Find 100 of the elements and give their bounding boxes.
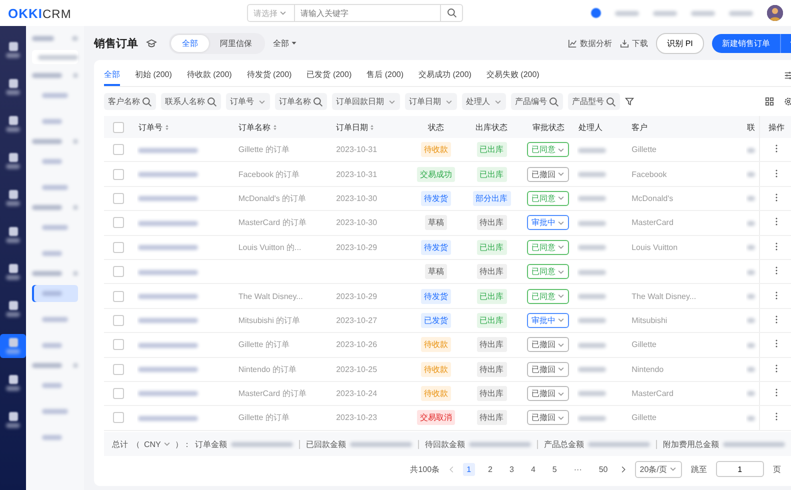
status-tab[interactable]: 售后 (200) <box>366 64 404 86</box>
column-header[interactable]: 订单名称 <box>238 122 277 132</box>
more-icon[interactable] <box>774 339 778 348</box>
row-checkbox[interactable] <box>113 290 124 302</box>
approval-select[interactable]: 已撤回 <box>527 386 570 402</box>
more-icon[interactable] <box>774 217 778 226</box>
status-tab[interactable]: 交易成功 (200) <box>418 64 472 86</box>
blurred-text <box>747 245 756 250</box>
page-button[interactable]: 2 <box>484 462 496 476</box>
row-checkbox[interactable] <box>113 168 124 180</box>
more-icon[interactable] <box>774 412 778 422</box>
status-tab[interactable]: 全部 <box>104 64 120 86</box>
sort-icon[interactable] <box>272 124 277 131</box>
status-tag: 待收款 <box>421 337 452 352</box>
more-icon[interactable] <box>774 192 778 202</box>
currency-select[interactable]: CNY <box>144 440 171 448</box>
row-checkbox[interactable] <box>113 242 124 253</box>
jump-page-field[interactable]: 1 <box>716 461 764 477</box>
menu-search-field[interactable] <box>32 50 78 64</box>
recognize-pi-button[interactable]: 识别 PI <box>656 32 704 54</box>
row-checkbox[interactable] <box>113 412 124 424</box>
approval-select[interactable]: 已撤回 <box>527 337 570 352</box>
more-icon[interactable] <box>774 144 778 154</box>
filter-chip[interactable]: 联系人名称 <box>161 93 221 110</box>
table-cell: 2023-10-23 <box>336 413 378 422</box>
more-icon[interactable] <box>774 242 778 251</box>
more-icon[interactable] <box>774 168 778 178</box>
avatar-icon[interactable] <box>767 5 783 21</box>
more-icon[interactable] <box>774 314 778 324</box>
more-icon[interactable] <box>774 266 778 276</box>
page-button[interactable]: 3 <box>506 462 518 476</box>
row-checkbox[interactable] <box>113 364 124 375</box>
filter-chip[interactable]: 产品型号 <box>568 93 620 110</box>
menu-item[interactable] <box>32 285 78 302</box>
filter-chip[interactable]: 订单日期 <box>405 93 457 110</box>
approval-select[interactable]: 已撤回 <box>527 362 570 377</box>
page-size-select[interactable]: 20条/页 <box>634 460 682 478</box>
table-cell: 2023-10-29 <box>336 242 378 252</box>
chevron-down-icon <box>494 98 502 106</box>
row-checkbox[interactable] <box>113 144 124 156</box>
approval-select[interactable]: 审批中 <box>527 215 570 230</box>
status-tag: 交易成功 <box>417 166 456 182</box>
row-checkbox[interactable] <box>113 339 124 350</box>
sliders-icon[interactable] <box>784 70 791 80</box>
status-tab[interactable]: 待发货 (200) <box>246 64 292 86</box>
page-button[interactable]: 1 <box>462 462 476 476</box>
download-link[interactable]: 下载 <box>620 38 648 48</box>
search-field[interactable]: 请输入关键字 <box>295 4 442 22</box>
segment-tab[interactable]: 全部 <box>171 34 209 52</box>
approval-select[interactable]: 已撤回 <box>527 410 570 426</box>
filter-chip[interactable]: 订单名称 <box>275 93 327 110</box>
row-checkbox[interactable] <box>113 314 124 326</box>
stock-status-tag: 已出库 <box>476 142 507 158</box>
column-header[interactable]: 订单号 <box>138 122 169 132</box>
sort-icon[interactable] <box>370 124 374 131</box>
grid-icon[interactable] <box>764 97 774 106</box>
page-button[interactable]: 5 <box>548 462 561 476</box>
row-checkbox[interactable] <box>113 388 124 400</box>
page-button[interactable]: 50 <box>594 462 612 476</box>
blurred-text <box>73 73 78 78</box>
blurred-text <box>32 271 62 276</box>
filter-chip[interactable]: 客户名称 <box>104 93 156 110</box>
row-checkbox[interactable] <box>113 217 124 228</box>
blurred-text <box>42 119 62 124</box>
filter-chip[interactable]: 订单号 <box>226 93 270 110</box>
approval-select[interactable]: 已撤回 <box>527 166 570 182</box>
status-dot-icon[interactable] <box>591 8 601 18</box>
approval-select[interactable]: 审批中 <box>527 312 570 328</box>
segment-tab[interactable]: 阿里信保 <box>209 34 263 52</box>
analytics-link[interactable]: 数据分析 <box>568 38 612 48</box>
row-checkbox[interactable] <box>113 266 124 278</box>
filter-chip[interactable]: 订单回款日期 <box>332 93 400 110</box>
more-icon[interactable] <box>774 388 778 398</box>
filter-chip[interactable]: 处理人 <box>462 93 506 110</box>
graduation-cap-icon[interactable] <box>146 38 157 48</box>
chevron-down-icon <box>557 146 566 154</box>
more-icon[interactable] <box>774 364 778 373</box>
status-tab[interactable]: 初始 (200) <box>135 64 172 86</box>
status-tab[interactable]: 交易失败 (200) <box>486 64 540 86</box>
settings-icon[interactable] <box>784 97 791 106</box>
row-checkbox[interactable] <box>113 192 124 204</box>
next-page-icon[interactable] <box>620 466 626 472</box>
status-tab[interactable]: 待收款 (200) <box>186 64 232 86</box>
sort-icon[interactable] <box>164 124 169 131</box>
blurred-text <box>138 391 198 396</box>
column-header: 处理人 <box>578 122 602 132</box>
search-button[interactable] <box>441 4 464 22</box>
more-icon[interactable] <box>774 290 778 300</box>
select-all-checkbox[interactable] <box>113 122 124 132</box>
new-order-button[interactable]: 新建销售订单 <box>712 34 780 52</box>
scope-dropdown[interactable]: 全部 <box>273 38 297 48</box>
page-button[interactable]: 4 <box>526 462 540 476</box>
blurred-text <box>578 294 606 299</box>
status-tab[interactable]: 已发货 (200) <box>306 64 352 86</box>
column-header: 联 <box>747 122 756 132</box>
page-button[interactable]: ··· <box>570 462 586 476</box>
filter-icon[interactable] <box>625 97 634 106</box>
blurred-text <box>6 127 20 132</box>
filter-chip[interactable]: 产品编号 <box>511 93 563 110</box>
blurred-text <box>747 148 756 153</box>
